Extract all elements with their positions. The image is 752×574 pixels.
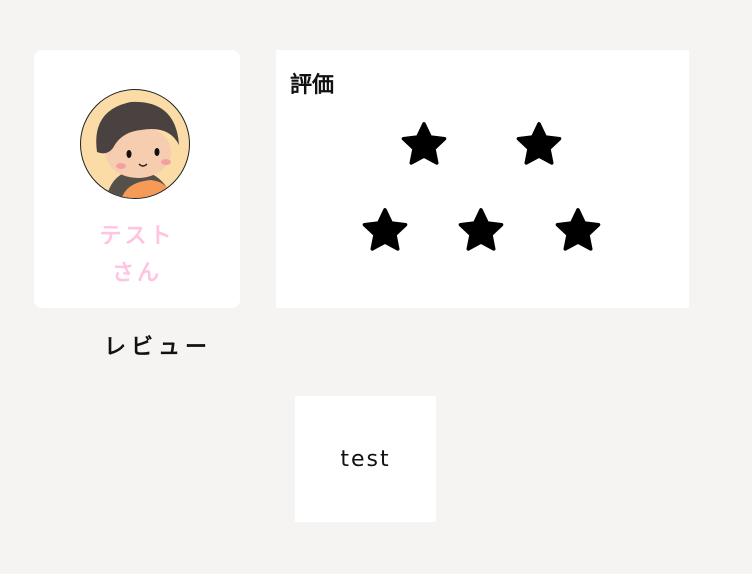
user-name-line2: さん — [111, 261, 162, 286]
rating-panel: 評価 — [276, 50, 689, 308]
avatar — [80, 89, 190, 199]
review-heading: レビュー — [103, 335, 212, 360]
user-name-line1: テスト — [99, 224, 175, 249]
star-icon[interactable] — [513, 119, 565, 171]
profile-card: テスト さん — [34, 50, 240, 308]
star-icon[interactable] — [398, 119, 450, 171]
star-icon[interactable] — [552, 205, 604, 257]
rating-title: 評価 — [290, 73, 335, 98]
star-icon[interactable] — [359, 205, 411, 257]
star-icon[interactable] — [455, 205, 507, 257]
review-text: test — [340, 446, 391, 472]
review-card: test — [295, 396, 436, 522]
